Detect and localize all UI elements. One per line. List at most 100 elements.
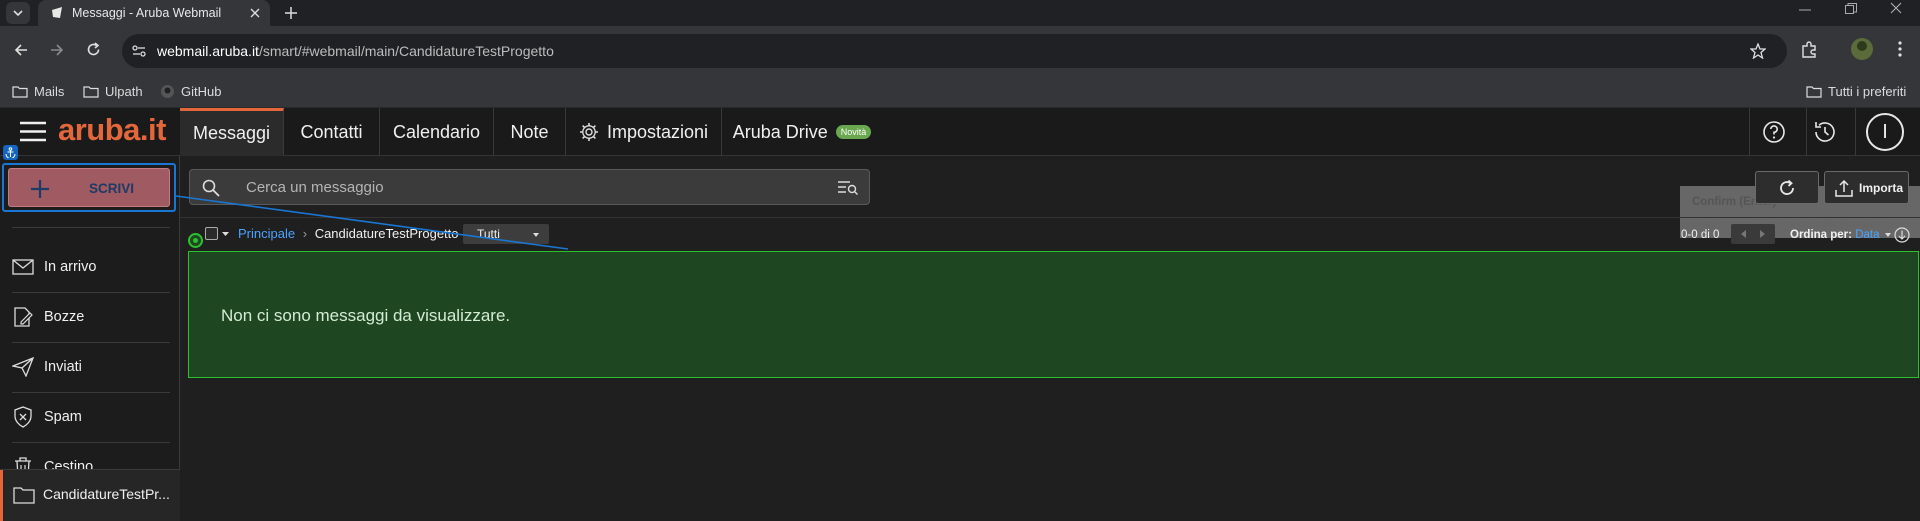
tab-label: Note (510, 121, 549, 142)
restore-icon[interactable] (1845, 3, 1857, 15)
user-avatar[interactable]: I (1866, 113, 1904, 151)
message-list-empty: Non ci sono messaggi da visualizzare. (188, 251, 1919, 378)
extensions-icon[interactable] (1800, 41, 1818, 59)
import-label: Importa (1859, 180, 1904, 195)
filter-select-value: Tutti (477, 227, 500, 241)
profile-avatar[interactable] (1851, 38, 1873, 60)
draft-icon (14, 307, 33, 327)
hamburger-menu-icon[interactable] (20, 121, 46, 142)
tab-calendario[interactable]: Calendario (380, 108, 494, 156)
tab-messaggi[interactable]: Messaggi (180, 108, 284, 156)
reload-icon[interactable] (86, 42, 101, 57)
send-icon (12, 357, 34, 377)
url-text[interactable]: webmail.aruba.it/smart/#webmail/main/Can… (157, 43, 554, 59)
sidebar-item-label: Spam (44, 409, 82, 425)
bookmark-label: GitHub (181, 83, 222, 99)
sort-control[interactable]: Ordina per: Data (1790, 229, 1879, 241)
plus-icon (31, 180, 49, 198)
chevron-down-icon (13, 9, 23, 16)
tab-strip: Messaggi - Aruba Webmail (0, 0, 1920, 26)
bookmark-ulpath[interactable]: Ulpath (83, 74, 143, 108)
close-window-icon[interactable] (1890, 2, 1902, 14)
compose-button[interactable]: SCRIVI (8, 168, 170, 207)
tab-aruba-drive[interactable]: Aruba Drive Novità (722, 108, 882, 156)
sort-label: Ordina per: (1790, 229, 1852, 241)
new-tab-icon[interactable] (285, 7, 297, 19)
bookmark-label: Ulpath (105, 83, 143, 99)
sidebar-item-spam[interactable]: Spam (0, 392, 180, 442)
refresh-button[interactable] (1755, 171, 1819, 204)
history-icon[interactable] (1809, 116, 1841, 148)
sort-direction-icon[interactable] (1894, 227, 1910, 243)
select-dropdown-icon[interactable] (222, 232, 229, 236)
site-info-icon[interactable] (132, 45, 146, 57)
search-icon (202, 179, 220, 197)
new-badge: Novità (835, 125, 872, 139)
back-icon[interactable] (14, 43, 28, 57)
chevron-down-icon (533, 233, 539, 237)
sidebar-item-drafts[interactable]: Bozze (0, 292, 180, 342)
sort-dropdown-icon[interactable] (1885, 233, 1891, 237)
tab-label: Impostazioni (606, 121, 709, 142)
folder-icon (1806, 85, 1822, 98)
sidebar-item-inbox[interactable]: In arrivo (0, 242, 180, 292)
import-button[interactable]: Importa (1824, 171, 1909, 204)
search-input[interactable]: Cerca un messaggio (246, 179, 384, 196)
empty-message: Non ci sono messaggi da visualizzare. (221, 306, 511, 325)
advanced-search-icon[interactable] (838, 180, 858, 196)
folder-icon (13, 487, 35, 504)
app-header: aruba.it Messaggi Contatti Calendario No… (0, 108, 1920, 156)
prev-page-icon[interactable] (1741, 230, 1747, 238)
url-path: /smart/#webmail/main/CandidatureTestProg… (258, 43, 554, 59)
tab-label: Contatti (300, 121, 363, 142)
bookmark-label: Mails (34, 83, 65, 99)
bookmark-github[interactable]: GitHub (160, 74, 221, 108)
sidebar-item-sent[interactable]: Inviati (0, 342, 180, 392)
select-all-checkbox[interactable] (205, 227, 218, 240)
folder-sidebar: SCRIVI In arrivo Bozze Inviati Spam Cest… (0, 156, 180, 521)
tab-search-button[interactable] (6, 2, 30, 24)
next-page-icon[interactable] (1759, 230, 1765, 238)
pager-controls (1731, 224, 1775, 244)
browser-tab[interactable]: Messaggi - Aruba Webmail (38, 0, 270, 26)
bookmark-mails[interactable]: Mails (12, 74, 64, 108)
sidebar-item-label: CandidatureTestPr... (43, 486, 170, 502)
tab-label: Aruba Drive (732, 121, 828, 142)
forward-icon[interactable] (50, 43, 64, 57)
bookmark-star-icon[interactable] (1750, 43, 1766, 59)
tab-contatti[interactable]: Contatti (284, 108, 380, 156)
anchor-icon (5, 147, 16, 158)
sidebar-item-candidature[interactable]: CandidatureTestPr... (0, 469, 180, 521)
help-icon[interactable] (1758, 116, 1790, 148)
breadcrumb-root[interactable]: Principale (238, 226, 295, 241)
avatar-initial: I (1882, 120, 1888, 143)
url-host: webmail.aruba.it (157, 43, 259, 59)
upload-icon (1835, 179, 1853, 197)
browser-menu-icon[interactable] (1898, 41, 1902, 57)
minimize-icon[interactable] (1799, 9, 1811, 11)
wizard-anchor[interactable] (3, 145, 18, 160)
envelope-icon (12, 259, 34, 275)
address-bar[interactable]: webmail.aruba.it/smart/#webmail/main/Can… (122, 34, 1787, 68)
gear-icon (579, 123, 598, 141)
bookmarks-bar: Mails Ulpath GitHub Tutti i preferiti (0, 74, 1920, 108)
github-icon (161, 84, 174, 98)
tab-label: Messaggi (192, 123, 271, 143)
tab-impostazioni[interactable]: Impostazioni (566, 108, 722, 156)
tab-label: Calendario (392, 121, 481, 142)
compose-label: SCRIVI (89, 181, 135, 196)
breadcrumb: Principale › CandidatureTestProgetto › (238, 226, 470, 241)
all-bookmarks[interactable]: Tutti i preferiti (1806, 74, 1906, 108)
sidebar-item-label: In arrivo (44, 259, 97, 275)
tab-title: Messaggi - Aruba Webmail (72, 6, 222, 20)
close-tab-icon[interactable] (250, 8, 260, 18)
shield-icon (14, 406, 32, 428)
aruba-logo[interactable]: aruba.it (58, 112, 166, 148)
search-bar[interactable]: Cerca un messaggio (189, 169, 870, 205)
all-bookmarks-label: Tutti i preferiti (1828, 83, 1907, 99)
pager-count: 0-0 di 0 (1681, 229, 1720, 241)
browser-toolbar: webmail.aruba.it/smart/#webmail/main/Can… (0, 26, 1920, 74)
sidebar-item-label: Bozze (44, 309, 85, 325)
tab-note[interactable]: Note (494, 108, 566, 156)
filter-select[interactable]: Tutti (463, 224, 549, 244)
